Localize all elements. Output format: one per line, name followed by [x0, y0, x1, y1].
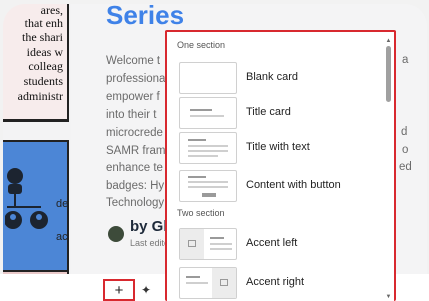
paragraph-fragment: ed [399, 161, 412, 173]
paragraph-fragment: o [402, 144, 409, 156]
layout-option-accent-left[interactable]: Accent left [177, 228, 387, 260]
left-line: administr [17, 89, 63, 103]
section-label: Two section [177, 208, 225, 218]
sparkle-icon: ✦ [141, 283, 152, 297]
paragraph-fragment: d [401, 126, 408, 138]
accent-right-thumbnail [179, 267, 237, 299]
accent-left-thumbnail [179, 228, 237, 260]
option-label: Title with text [246, 141, 310, 153]
layout-option-blank-card[interactable]: Blank card [177, 62, 387, 94]
scroll-down-icon[interactable]: ▼ [385, 294, 392, 300]
layout-option-content-with-button[interactable]: Content with button [177, 170, 387, 202]
option-label: Title card [246, 106, 291, 118]
image-placeholder-icon [180, 229, 204, 259]
paragraph-line: badges: Hy [106, 180, 165, 192]
section-label: One section [177, 40, 226, 50]
left-line: ideas w [26, 45, 63, 59]
paragraph-line: Technology [106, 197, 165, 209]
paragraph-fragment: a [402, 54, 409, 66]
left-line: colleag [28, 59, 63, 73]
scroll-up-icon[interactable]: ▲ [385, 38, 392, 44]
left-line: the shari [22, 30, 63, 44]
paragraph-line: into their t [106, 109, 157, 121]
people-network-icon [5, 168, 48, 229]
author-name: by Gl [130, 218, 168, 235]
left-line: ares, [40, 4, 63, 17]
app-stage: ares, that enh the shari ideas w colleag… [0, 0, 429, 301]
option-label: Accent left [246, 237, 298, 249]
option-label: Content with button [246, 179, 341, 191]
document-title: Series [106, 4, 185, 30]
paragraph-line: enhance te [106, 162, 163, 174]
menu-scrollbar[interactable]: ▲ ▼ [385, 38, 392, 300]
card-layout-menu: One section Blank card Title card Title … [165, 30, 396, 301]
left-side-fragment: de [56, 198, 69, 210]
paragraph-line: empower f [106, 91, 160, 103]
title-with-text-thumbnail [179, 132, 237, 164]
paragraph-line: Welcome t [106, 55, 161, 67]
paragraph-line: professiona [106, 73, 166, 85]
layout-option-accent-right[interactable]: Accent right [177, 267, 387, 299]
add-card-button[interactable]: + [103, 279, 135, 301]
option-label: Accent right [246, 276, 305, 288]
layout-option-title-with-text[interactable]: Title with text [177, 132, 387, 164]
left-line: students [23, 74, 63, 88]
author-avatar [108, 226, 124, 242]
title-card-thumbnail [179, 97, 237, 129]
content-with-button-thumbnail [179, 170, 237, 202]
left-slide-text: ares, that enh the shari ideas w colleag… [3, 4, 69, 122]
image-placeholder-icon [212, 268, 236, 298]
plus-icon: + [114, 281, 124, 299]
scrollbar-thumb[interactable] [386, 46, 391, 102]
card-layout-list: One section Blank card Title card Title … [167, 32, 387, 301]
option-label: Blank card [246, 71, 298, 83]
layout-option-title-card[interactable]: Title card [177, 97, 387, 129]
blank-card-thumbnail [179, 62, 237, 94]
ai-sparkle-button[interactable]: ✦ [141, 283, 151, 297]
left-line: that enh [24, 16, 63, 30]
paragraph-line: microcrede [106, 127, 163, 139]
last-edited-text: Last edite [130, 238, 170, 248]
left-slide-preview: ares, that enh the shari ideas w colleag… [3, 4, 71, 296]
left-side-fragment: ac [56, 231, 68, 243]
paragraph-line: SAMR fram [106, 145, 166, 157]
